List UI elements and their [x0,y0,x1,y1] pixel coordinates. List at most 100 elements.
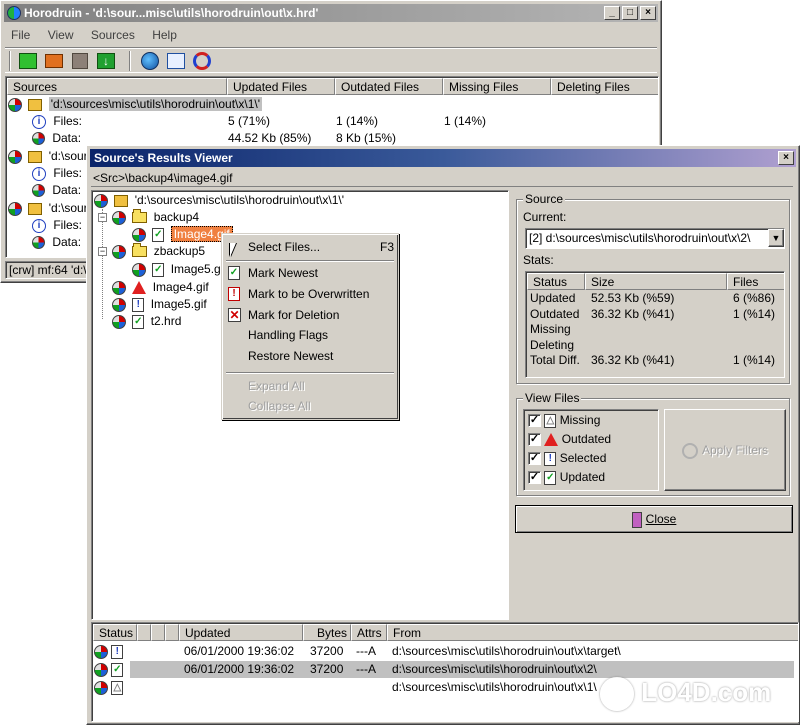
main-title-bar[interactable]: Horodruin - 'd:\sour...misc\utils\horodr… [4,4,658,22]
source-row[interactable]: 'd:\sour [8,200,88,217]
download-icon[interactable]: ↓ [97,53,115,69]
folder-icon [132,243,148,258]
expand-toggle[interactable]: − [98,213,107,222]
node-status-icon [112,280,126,295]
check-doc-icon: ✓ [111,662,124,677]
col-updated[interactable]: Updated [179,624,303,641]
stats-col-status[interactable]: Status [527,273,585,290]
col-flag-1[interactable] [137,624,151,641]
tree-node-file[interactable]: ! Image5.gif [112,296,207,313]
menu-file[interactable]: File [11,28,30,42]
root-status-icon [94,193,108,208]
close-icon[interactable]: × [640,6,656,20]
check-doc-icon: ✓ [132,314,145,329]
filter-updated[interactable]: ✓ ✓ Updated [528,470,605,485]
tree-node-file[interactable]: ✓ Image5.gif [132,261,227,278]
menu-mark-deletion[interactable]: Mark for Deletion [248,306,339,325]
col-sources[interactable]: Sources [7,78,227,95]
col-flag-3[interactable] [165,624,179,641]
stats-col-files[interactable]: Files [727,273,784,290]
tree-node-label: Image4.gif [152,280,209,294]
col-outdated-files[interactable]: Outdated Files [335,78,443,95]
source-row[interactable]: 'd:\sour [8,148,88,165]
toolbar: ↓ [5,47,657,73]
results-title-bar[interactable]: Source's Results Viewer × [90,149,796,167]
tree-node-folder[interactable]: zbackup5 [112,243,205,260]
col-attrs[interactable]: Attrs [351,624,387,641]
check-doc-icon: ✓ [544,470,557,485]
chevron-down-icon[interactable]: ▼ [768,229,784,247]
data-row: Data: [32,182,81,199]
checkbox[interactable]: ✓ [528,452,541,466]
source-play-icon [28,98,43,111]
scan-icon[interactable] [141,52,159,70]
maximize-button[interactable]: □ [622,6,638,20]
tree-node-file[interactable]: Image4.gif [112,279,209,296]
selected-doc-icon: ! [544,451,557,466]
menu-mark-overwritten[interactable]: Mark to be Overwritten [248,285,369,304]
menu-collapse-all: Collapse All [248,399,311,413]
node-status-icon [132,227,146,242]
results-close-icon[interactable]: × [778,151,794,165]
exit-door-icon [631,511,642,528]
menu-mark-newest[interactable]: Mark Newest [248,264,318,283]
row-status-icon [94,662,108,677]
minimize-button[interactable]: _ [604,6,620,20]
data-label: Data: [52,235,82,249]
col-deleting-files[interactable]: Deleting Files [551,78,658,95]
stats-table: Status Size Files Updated 52.53 Kb (%59) 6… [525,271,785,378]
checkbox[interactable]: ✓ [528,471,541,485]
stop-icon[interactable] [72,53,88,69]
checkbox[interactable]: ✓ [528,433,541,447]
col-missing-files[interactable]: Missing Files [443,78,551,95]
source-status-icon [8,201,22,216]
source-group: Source Current: [2] d:\sources\misc\util… [516,192,790,384]
files-label: Files: [53,166,83,180]
apply-filters-button[interactable]: Apply Filters [664,409,786,491]
menu-restore-newest[interactable]: Restore Newest [248,347,333,366]
menu-view[interactable]: View [48,28,74,42]
add-source-icon[interactable] [19,53,37,69]
close-button[interactable]: Close [515,505,793,533]
filter-selected[interactable]: ✓ ! Selected [528,451,606,466]
node-status-icon [132,262,146,277]
files-missing-value: 1 (14%) [444,114,487,128]
watermark: LO4D.com [600,672,771,712]
col-updated-files[interactable]: Updated Files [227,78,335,95]
info-icon: i [32,114,46,129]
col-flag-2[interactable] [151,624,165,641]
current-path: <Src>\backup4\image4.gif [93,171,233,185]
files-outdated-value: 1 (14%) [336,114,379,128]
node-status-icon [112,297,126,312]
expand-toggle[interactable]: − [98,247,107,256]
remove-source-icon[interactable] [45,54,63,68]
col-bytes[interactable]: Bytes [303,624,351,641]
version-row[interactable]: ! 06/01/2000 19:36:02 37200 ---A d:\sour… [94,643,794,660]
sync-icon[interactable] [193,52,211,70]
filter-missing[interactable]: ✓ △ Missing [528,413,600,428]
lo4d-logo-icon [600,677,634,712]
col-from[interactable]: From [387,624,798,641]
tree-root[interactable]: 'd:\sources\misc\utils\horodruin\out\x\1… [94,192,344,209]
menu-sources[interactable]: Sources [91,28,135,42]
source-row[interactable]: 'd:\sources\misc\utils\horodruin\out\x\1… [8,96,263,113]
tree-node-label: backup4 [153,210,200,224]
tree-node-file[interactable]: ✓ t2.hrd [112,313,181,330]
menu-help[interactable]: Help [152,28,177,42]
view-results-icon[interactable] [167,53,185,69]
tree-node-folder[interactable]: backup4 [112,209,199,226]
checkbox[interactable]: ✓ [528,414,541,428]
current-source-select[interactable]: [2] d:\sources\misc\utils\horodruin\out\… [525,228,785,249]
warning-icon [132,281,147,295]
stats-label: Stats: [523,253,554,267]
menu-handling-flags[interactable]: Handling Flags [248,326,328,345]
stats-row: Total Diff. 36.32 Kb (%41) 1 (%14) [530,353,776,367]
tree-node-label: t2.hrd [150,314,182,328]
col-status[interactable]: Status [93,624,137,641]
row-status-icon [94,680,108,695]
menu-select-files[interactable]: Select Files... F3 [248,238,394,257]
tree-node-file[interactable]: ✓ Image4.gif [132,226,233,243]
filter-outdated[interactable]: ✓ Outdated [528,432,611,447]
files-row: i Files: [32,217,82,234]
stats-col-size[interactable]: Size [585,273,727,290]
